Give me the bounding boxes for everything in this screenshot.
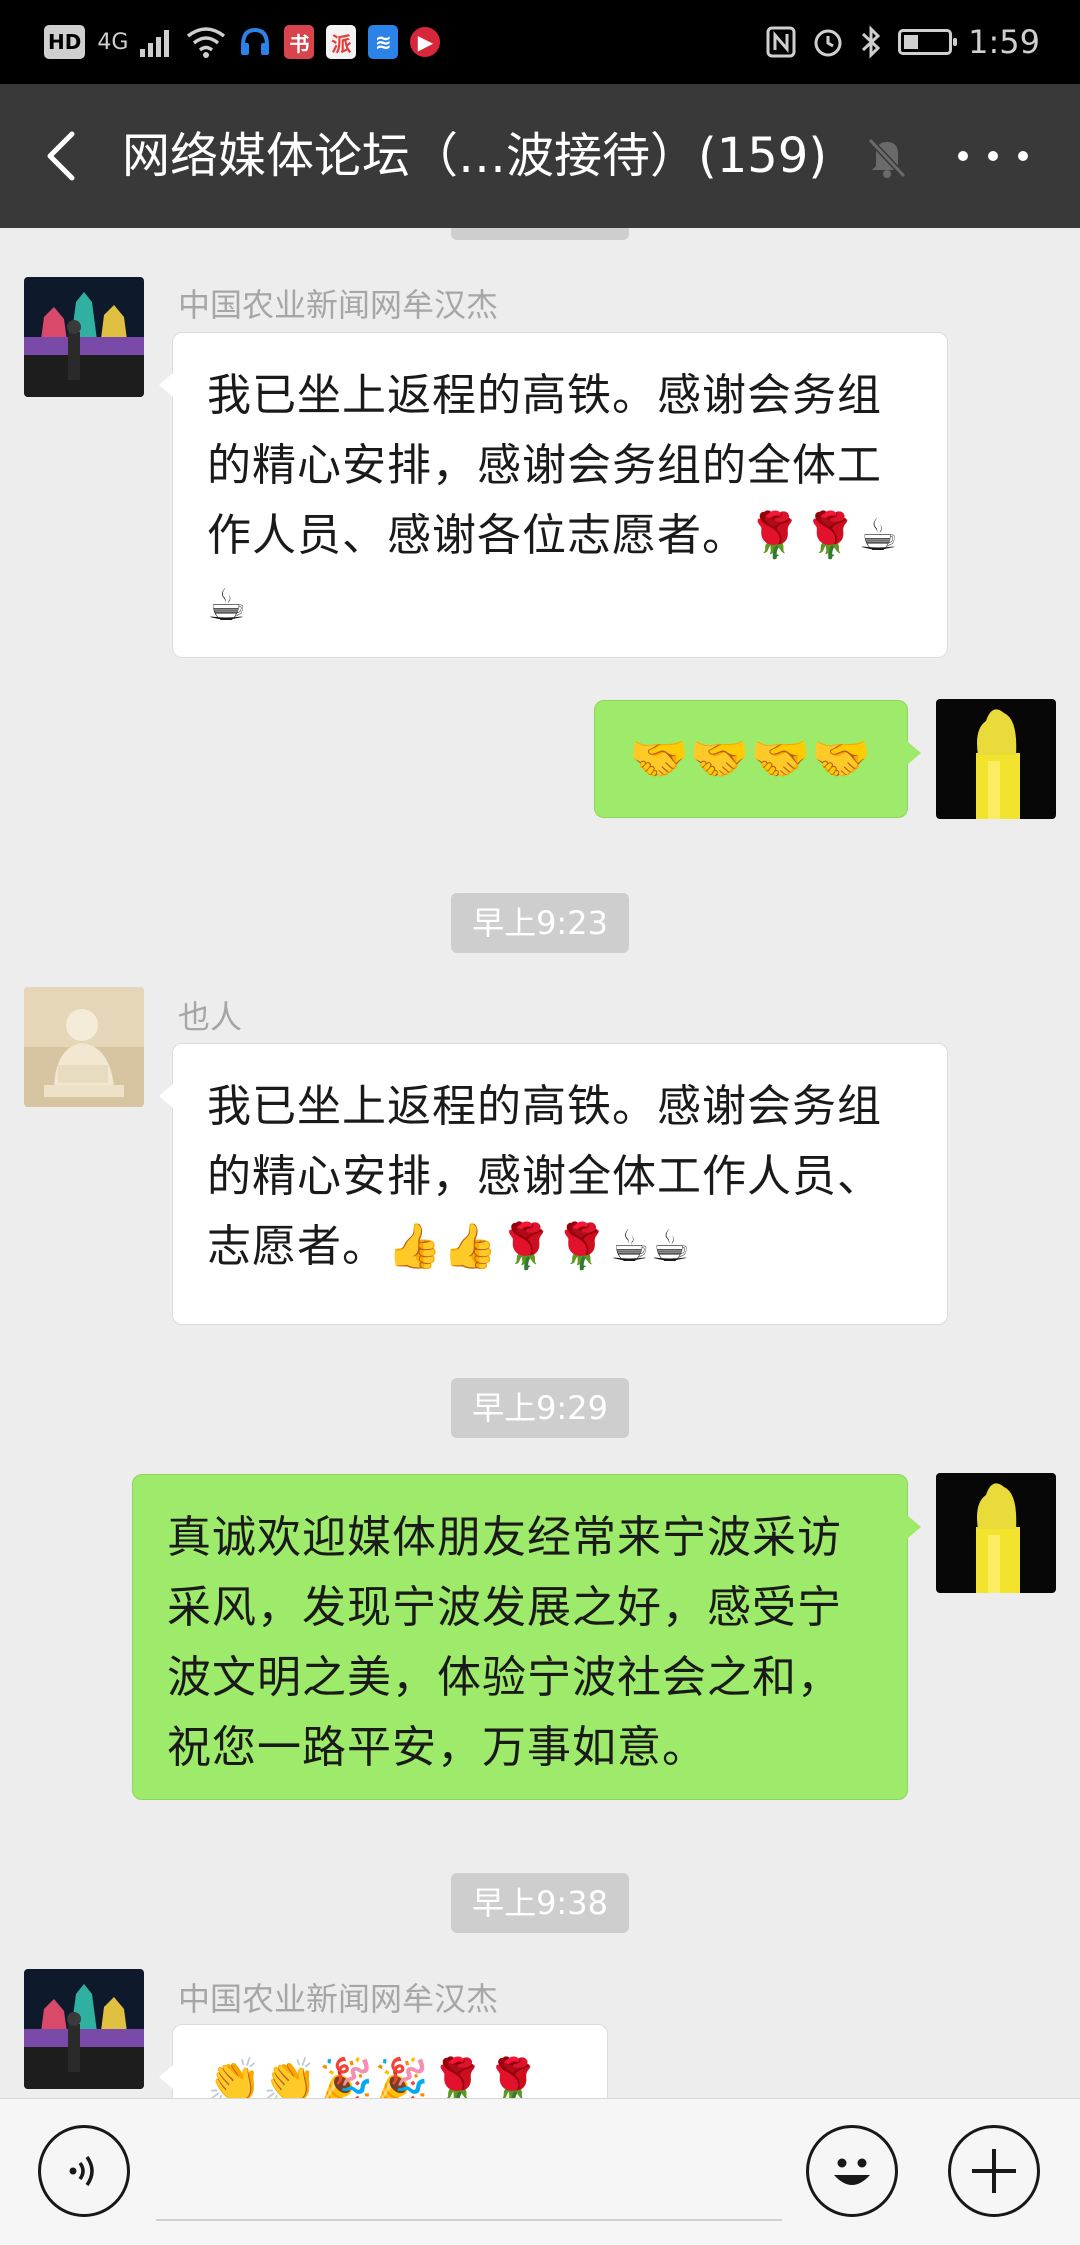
avatar[interactable]	[24, 277, 144, 397]
more-dot	[958, 151, 968, 161]
sender-name: 也人	[178, 998, 243, 1036]
sender-name: 中国农业新闻网牟汉杰	[178, 286, 499, 324]
avatar[interactable]	[24, 1969, 144, 2089]
more-dot	[1018, 151, 1028, 161]
timestamp: 早上9:29	[451, 1378, 629, 1438]
battery-icon	[898, 29, 958, 55]
my-avatar[interactable]	[936, 1473, 1056, 1593]
status-left: HD 4G 书 派 ≋ ▶	[44, 20, 441, 64]
timestamp-partial	[451, 228, 629, 240]
message-bubble-outgoing[interactable]: 真诚欢迎媒体朋友经常来宁波采访采风，发现宁波发展之好，感受宁波文明之美，体验宁波…	[132, 1474, 921, 1800]
back-button[interactable]	[30, 120, 102, 192]
video-app-icon: ▶	[410, 27, 441, 57]
more-button[interactable]	[958, 124, 1028, 188]
voice-icon	[69, 2155, 94, 2187]
more-dot	[988, 151, 998, 161]
status-right: 1:59	[766, 20, 1040, 64]
chevron-left-icon	[47, 131, 75, 181]
nfc-icon	[766, 26, 796, 58]
bluetooth-icon	[862, 25, 881, 59]
sender-name: 中国农业新闻网牟汉杰	[178, 1980, 499, 2018]
bell-muted-icon	[867, 137, 907, 179]
pai-app-icon: 派	[326, 25, 357, 59]
book-app-icon: 书	[284, 25, 315, 59]
emoji-button[interactable]	[806, 2125, 898, 2217]
message-input[interactable]	[156, 2219, 782, 2221]
smiley-icon	[834, 2158, 870, 2185]
plus-icon	[972, 2149, 1016, 2193]
message-bubble[interactable]: 我已坐上返程的高铁。感谢会务组的精心安排，感谢全体工作人员、志愿者。👍👍🌹🌹☕☕	[159, 1043, 948, 1325]
signal-icon	[140, 30, 170, 57]
timestamp: 早上9:38	[451, 1873, 629, 1933]
cloud-app-icon: ≋	[368, 25, 399, 59]
message-bubble-outgoing[interactable]: 🤝🤝🤝🤝	[594, 700, 921, 818]
status-bar: HD 4G 书 派 ≋ ▶ 1:59	[0, 0, 1080, 84]
wifi-icon	[187, 27, 226, 58]
clock: 1:59	[968, 23, 1040, 61]
avatar[interactable]	[24, 987, 144, 1107]
hd-indicator: HD	[44, 25, 86, 59]
message-bubble[interactable]: 我已坐上返程的高铁。感谢会务组的精心安排，感谢会务组的全体工作人员、感谢各位志愿…	[159, 332, 948, 658]
chat-title: 网络媒体论坛（…波接待）(159)	[122, 128, 828, 184]
network-type: 4G	[97, 29, 129, 55]
voice-button[interactable]	[38, 2125, 130, 2217]
chat-header: 网络媒体论坛（…波接待）(159)	[0, 84, 1080, 228]
message-list[interactable]: 中国农业新闻网牟汉杰 我已坐上返程的高铁。感谢会务组的精心安排，感谢会务组的全体…	[0, 228, 1080, 2098]
my-avatar[interactable]	[936, 699, 1056, 819]
timestamp: 早上9:23	[451, 893, 629, 953]
alarm-icon	[814, 29, 842, 57]
more-functions-button[interactable]	[948, 2125, 1040, 2217]
input-bar	[0, 2098, 1080, 2245]
message-bubble[interactable]: 👏👏🎉🎉🌹🌹	[159, 2024, 608, 2098]
mute-indicator	[862, 132, 912, 182]
headset-app-icon	[241, 27, 270, 55]
